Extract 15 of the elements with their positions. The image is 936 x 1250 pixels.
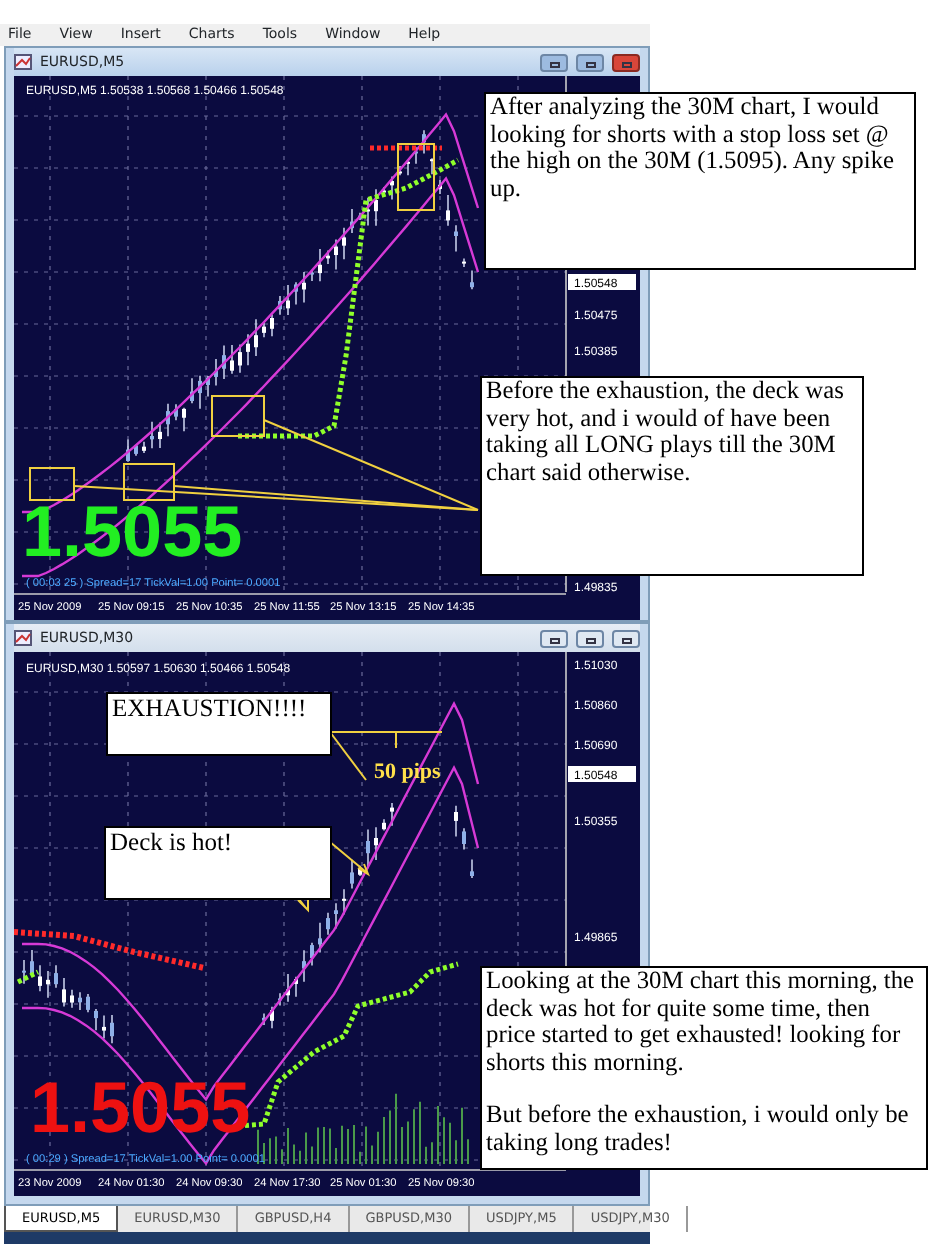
- highlight-box: [211, 395, 265, 437]
- chart-label: EXHAUSTION!!!!: [106, 692, 332, 756]
- window-icon: [14, 54, 32, 70]
- annotation-text: But before the exhaustion, i would only be taking long trades!: [486, 1102, 911, 1156]
- highlight-box: [397, 143, 435, 211]
- arrow: [329, 841, 371, 877]
- chart-label: Deck is hot!: [104, 826, 332, 900]
- window-icon: [14, 630, 32, 646]
- minimize-button[interactable]: [540, 53, 568, 71]
- annotation-text: Before the exhaustion, the deck was very hot, and i would of have been taking all LONG plays till the 30M chart said otherwise.: [486, 378, 846, 486]
- annotation-text: Looking at the 30M chart this morning, the deck was hot for quite some time, then price started to get exhausted! looking for shorts this morning.: [486, 968, 917, 1076]
- stop-dots-line: [370, 145, 442, 151]
- minimize-button[interactable]: [540, 629, 568, 647]
- annotation-text: After analyzing the 30M chart, I would looking for shorts with a stop loss set @ the high on the 30M (1.5095). Any spike up.: [490, 94, 897, 202]
- highlight-box: [123, 463, 175, 501]
